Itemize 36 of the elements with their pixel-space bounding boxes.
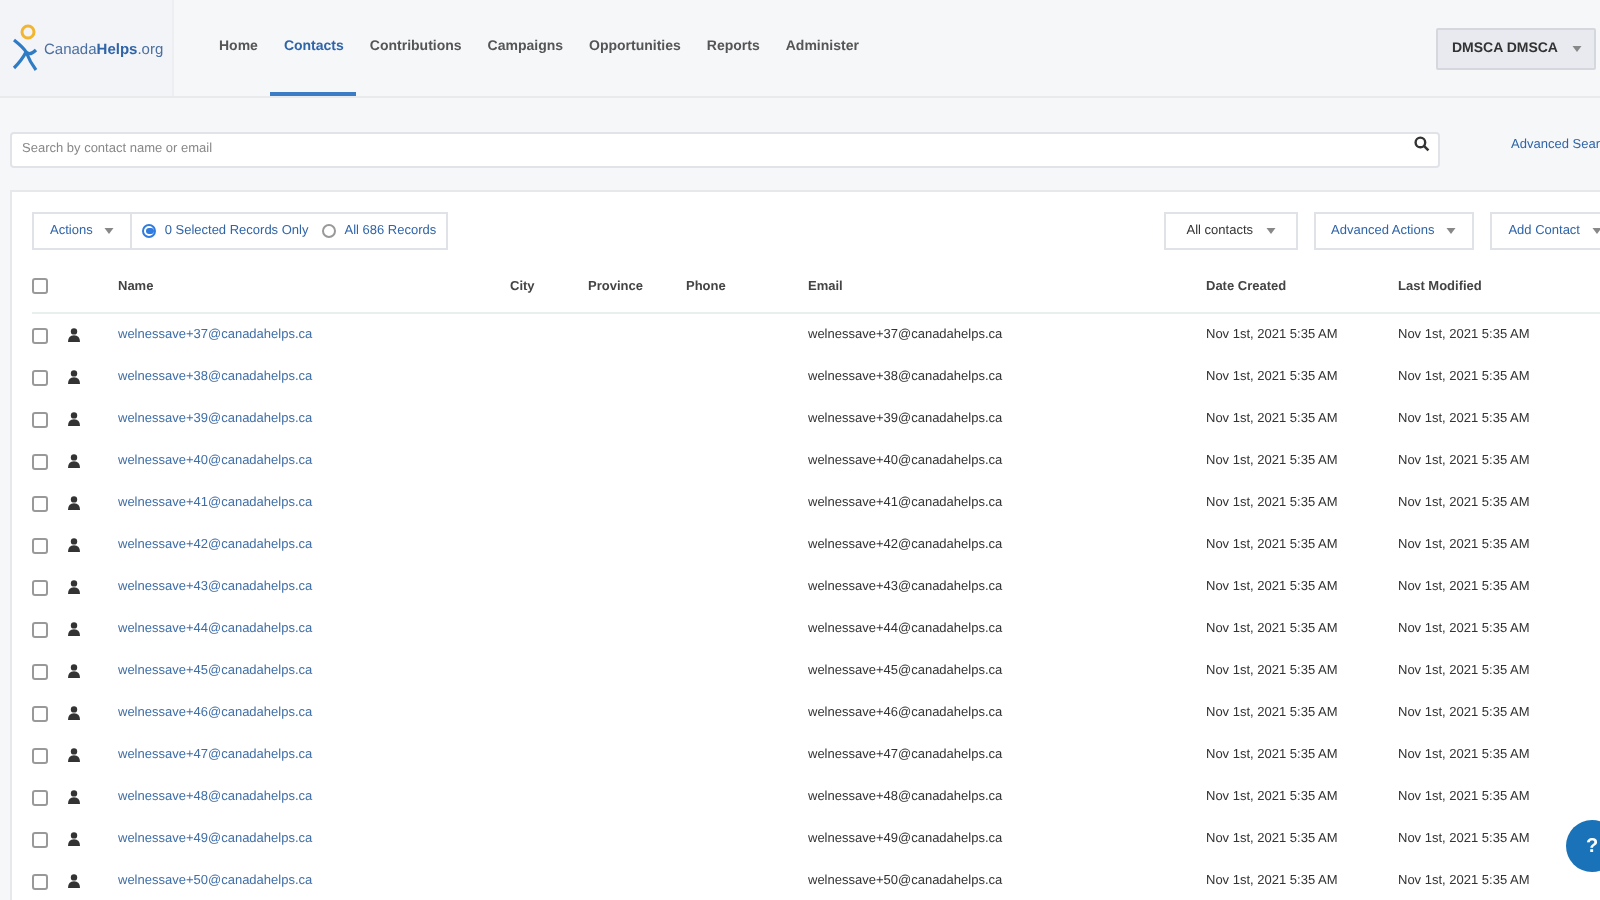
row-checkbox[interactable] [32, 831, 48, 847]
person-icon [68, 748, 80, 762]
search-icon [1414, 136, 1430, 152]
caret-icon [1265, 228, 1276, 234]
person-icon [68, 832, 80, 846]
person-icon [68, 412, 80, 426]
stick-figure-icon [12, 24, 40, 72]
row-checkbox[interactable] [32, 327, 48, 343]
person-icon [68, 538, 80, 552]
person-icon [68, 370, 80, 384]
row-checkbox[interactable] [32, 873, 48, 889]
row-checkbox[interactable] [32, 369, 48, 385]
row-checkbox[interactable] [32, 789, 48, 805]
person-icon [68, 874, 80, 888]
caret-icon [1446, 228, 1457, 234]
caret-icon [1572, 45, 1582, 51]
person-icon [68, 580, 80, 594]
select-all-checkbox[interactable] [32, 278, 48, 294]
row-checkbox[interactable] [32, 411, 48, 427]
person-icon [68, 496, 80, 510]
row-checkbox[interactable] [32, 453, 48, 469]
row-checkbox[interactable] [32, 747, 48, 763]
caret-icon [1592, 228, 1600, 234]
row-checkbox[interactable] [32, 705, 48, 721]
person-icon [68, 664, 80, 678]
person-icon [68, 790, 80, 804]
person-icon [68, 622, 80, 636]
caret-icon [104, 228, 115, 234]
row-checkbox[interactable] [32, 495, 48, 511]
person-icon [68, 328, 80, 342]
row-checkbox[interactable] [32, 663, 48, 679]
row-checkbox[interactable] [32, 537, 48, 553]
row-checkbox[interactable] [32, 579, 48, 595]
person-icon [68, 454, 80, 468]
person-icon [68, 706, 80, 720]
row-checkbox[interactable] [32, 621, 48, 637]
